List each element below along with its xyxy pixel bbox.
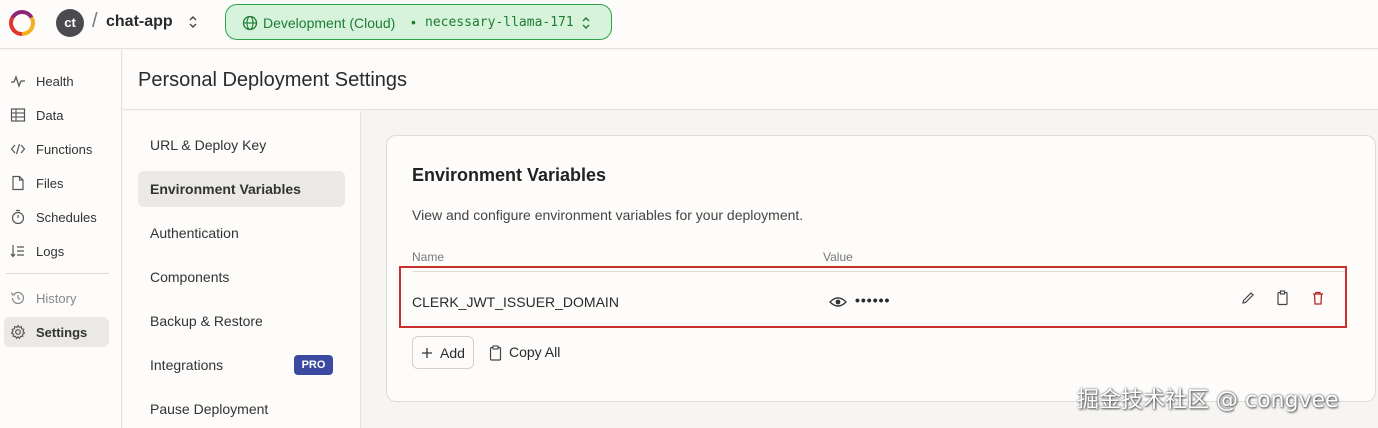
- code-icon: [10, 143, 26, 155]
- settings-nav-backup-restore[interactable]: Backup & Restore: [138, 303, 345, 339]
- health-icon: [11, 75, 25, 88]
- sidebar-item-label: Logs: [36, 244, 65, 259]
- settings-nav-label: Backup & Restore: [150, 313, 263, 329]
- page-title: Personal Deployment Settings: [138, 69, 408, 91]
- page-header: Personal Deployment Settings: [123, 50, 1378, 110]
- plus-icon: [422, 348, 432, 358]
- add-label: Add: [440, 345, 465, 361]
- sidebar-item-label: Files: [36, 176, 64, 191]
- card-description: View and configure environment variables…: [412, 207, 804, 223]
- env-var-value: ••••••: [855, 292, 891, 308]
- sidebar-item-label: Functions: [36, 142, 93, 157]
- add-variable-button[interactable]: Add: [412, 336, 474, 369]
- copy-all-button[interactable]: Copy All: [487, 336, 569, 369]
- sidebar-item-settings[interactable]: Settings: [4, 317, 109, 347]
- settings-nav-integrations[interactable]: Integrations PRO: [138, 347, 345, 383]
- deployment-selector[interactable]: Development (Cloud) • necessary-llama-17…: [225, 4, 612, 40]
- sidebar-item-label: Data: [36, 108, 64, 123]
- trash-icon[interactable]: [1310, 290, 1326, 306]
- settings-nav-label: Pause Deployment: [150, 401, 269, 417]
- project-name[interactable]: chat-app: [106, 13, 173, 31]
- sidebar: Health Data Functions Files Schedules Lo…: [0, 50, 122, 428]
- deployment-name: necessary-llama-171: [425, 15, 574, 30]
- copy-icon[interactable]: [1275, 290, 1291, 306]
- gear-icon: [10, 324, 26, 340]
- pro-badge: PRO: [294, 355, 333, 375]
- settings-nav-pause-deployment[interactable]: Pause Deployment: [138, 391, 345, 427]
- settings-nav-label: Authentication: [150, 225, 239, 241]
- globe-icon: [242, 15, 258, 31]
- sidebar-divider: [6, 273, 109, 274]
- env-var-name: CLERK_JWT_ISSUER_DOMAIN: [412, 294, 619, 310]
- settings-nav-label: Components: [150, 269, 230, 285]
- column-header-name: Name: [412, 250, 445, 264]
- settings-nav-label: URL & Deploy Key: [150, 137, 267, 153]
- sidebar-item-label: Schedules: [36, 210, 97, 225]
- watermark: 掘金技术社区 @ congvee: [1077, 388, 1339, 413]
- settings-nav-environment-variables[interactable]: Environment Variables: [138, 171, 345, 207]
- sidebar-item-history[interactable]: History: [4, 283, 109, 313]
- env-var-row: CLERK_JWT_ISSUER_DOMAIN ••••••: [399, 266, 1347, 328]
- table-icon: [10, 108, 26, 122]
- top-bar: ct / chat-app Development (Cloud) • nece…: [0, 0, 1378, 49]
- stopwatch-icon: [11, 209, 25, 225]
- copy-all-label: Copy All: [509, 344, 561, 360]
- separator-dot: •: [411, 14, 416, 30]
- settings-nav-components[interactable]: Components: [138, 259, 345, 295]
- sidebar-item-schedules[interactable]: Schedules: [4, 202, 109, 232]
- sidebar-item-files[interactable]: Files: [4, 168, 109, 198]
- logs-icon: [10, 245, 24, 258]
- sidebar-item-label: History: [36, 291, 77, 306]
- convex-logo-icon[interactable]: [8, 9, 36, 37]
- deployment-environment: Development (Cloud): [263, 15, 396, 31]
- card-title: Environment Variables: [412, 165, 607, 185]
- environment-variables-card: Environment Variables View and configure…: [386, 135, 1376, 402]
- breadcrumb-separator: /: [92, 10, 98, 32]
- sidebar-item-data[interactable]: Data: [4, 100, 109, 130]
- chevron-up-down-icon: [582, 17, 590, 29]
- settings-nav-label: Integrations: [150, 357, 224, 373]
- chevron-up-down-icon[interactable]: [186, 13, 200, 31]
- settings-nav-authentication[interactable]: Authentication: [138, 215, 345, 251]
- sidebar-item-logs[interactable]: Logs: [4, 236, 109, 266]
- pencil-icon[interactable]: [1240, 290, 1256, 306]
- settings-nav: URL & Deploy Key Environment Variables A…: [123, 111, 361, 428]
- sidebar-item-health[interactable]: Health: [4, 66, 109, 96]
- team-avatar[interactable]: ct: [56, 9, 84, 37]
- sidebar-item-label: Health: [36, 74, 74, 89]
- settings-nav-url-deploy-key[interactable]: URL & Deploy Key: [138, 127, 345, 163]
- settings-nav-label: Environment Variables: [150, 181, 301, 197]
- file-icon: [12, 175, 24, 191]
- column-header-value: Value: [823, 250, 853, 264]
- sidebar-item-functions[interactable]: Functions: [4, 134, 109, 164]
- eye-icon[interactable]: [829, 295, 847, 309]
- sidebar-item-label: Settings: [36, 325, 88, 340]
- history-icon: [10, 291, 25, 305]
- clipboard-icon: [489, 345, 502, 361]
